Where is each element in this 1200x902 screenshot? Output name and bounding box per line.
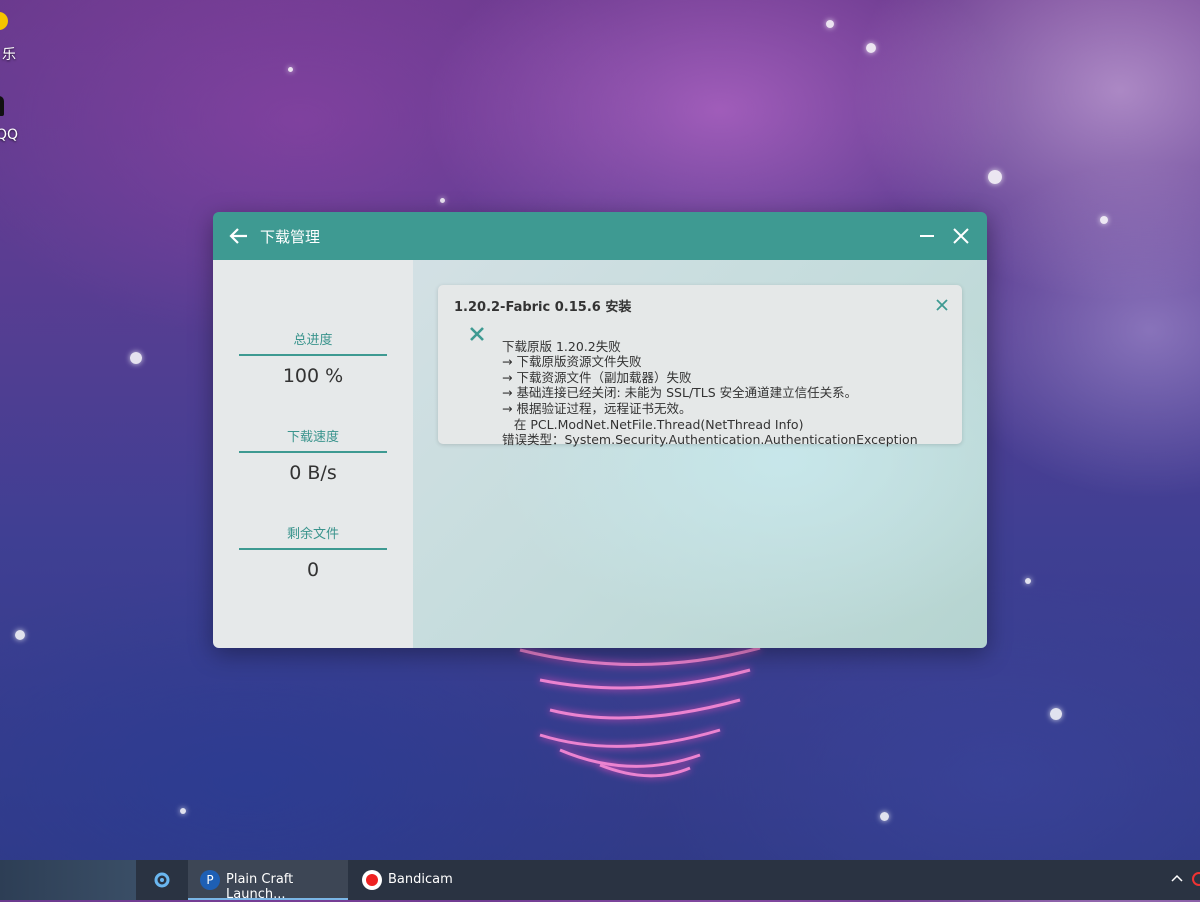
background-star	[1100, 216, 1108, 224]
background-star	[866, 43, 876, 53]
stat-download-speed: 下载速度 0 B/s	[239, 426, 387, 484]
window-title: 下载管理	[260, 228, 321, 246]
stats-sidebar: 总进度 100 % 下载速度 0 B/s 剩余文件 0	[213, 260, 413, 648]
minimize-icon[interactable]	[915, 224, 939, 248]
task-card: 1.20.2-Fabric 0.15.6 安装 下载原版 1.20.2失败 → 下…	[438, 285, 962, 447]
taskbar-widget[interactable]	[0, 860, 136, 900]
error-line: → 下载原版资源文件失败	[502, 354, 642, 370]
background-star	[288, 67, 293, 72]
taskbar-app-label: Plain Craft Launch...	[226, 872, 294, 902]
error-line: → 基础连接已经关闭: 未能为 SSL/TLS 安全通道建立信任关系。	[502, 385, 858, 401]
stat-label: 下载速度	[239, 426, 387, 453]
background-star	[880, 812, 889, 821]
error-line: 错误类型：System.Security.Authentication.Auth…	[502, 432, 918, 448]
tray-icon[interactable]	[1192, 872, 1200, 886]
taskbar-app-bandicam[interactable]: Bandicam	[350, 860, 470, 900]
neon-spiral-decoration	[519, 646, 761, 778]
stat-value: 0 B/s	[289, 462, 337, 484]
error-log: 下载原版 1.20.2失败 → 下载原版资源文件失败 → 下载资源文件（副加载器）失…	[502, 323, 918, 479]
stat-value: 0	[306, 559, 320, 581]
bandicam-record-icon	[362, 870, 382, 890]
stat-remaining-files: 剩余文件 0	[239, 523, 387, 581]
title-bar: 下载管理	[213, 212, 987, 260]
qq-icon[interactable]	[0, 96, 4, 116]
desktop-icon-label[interactable]: QQ	[0, 127, 18, 143]
desktop-icon-label[interactable]: 乐	[2, 44, 16, 64]
background-star	[180, 808, 186, 814]
close-icon[interactable]	[949, 224, 973, 248]
taskbar-app-pcl[interactable]: P Plain Craft Launch...	[188, 860, 348, 902]
error-line: → 下载资源文件（副加载器）失败	[502, 369, 692, 385]
chevron-up-icon[interactable]	[1170, 872, 1184, 886]
stat-label: 总进度	[239, 329, 387, 356]
download-manager-window: 下载管理 总进度 100 % 下载速度 0 B/s 剩余文件 0 1.20.2-…	[213, 212, 987, 648]
task-list-area: 1.20.2-Fabric 0.15.6 安装 下载原版 1.20.2失败 → 下…	[413, 260, 987, 648]
pcl-icon: P	[200, 870, 220, 890]
error-line: 下载原版 1.20.2失败	[502, 338, 621, 354]
error-line: 在 PCL.ModNet.NetFile.Thread(NetThread In…	[502, 416, 804, 432]
taskbar: P Plain Craft Launch... Bandicam	[0, 860, 1200, 902]
background-star	[1050, 708, 1062, 720]
stat-value: 100 %	[282, 365, 344, 387]
background-star	[1025, 578, 1031, 584]
background-star	[130, 352, 142, 364]
background-star	[988, 170, 1002, 184]
desktop-music-icon[interactable]	[0, 12, 8, 30]
task-title: 1.20.2-Fabric 0.15.6 安装	[454, 300, 632, 315]
background-star	[826, 20, 834, 28]
stat-total-progress: 总进度 100 %	[239, 329, 387, 387]
background-star	[15, 630, 25, 640]
dismiss-task-icon[interactable]	[934, 297, 950, 313]
error-line: → 根据验证过程，远程证书无效。	[502, 400, 692, 416]
failed-x-icon	[470, 327, 484, 341]
back-arrow-icon[interactable]	[227, 224, 251, 248]
stat-label: 剩余文件	[239, 523, 387, 550]
gear-icon[interactable]	[152, 870, 172, 890]
background-star	[440, 198, 445, 203]
taskbar-app-label: Bandicam	[388, 872, 453, 887]
